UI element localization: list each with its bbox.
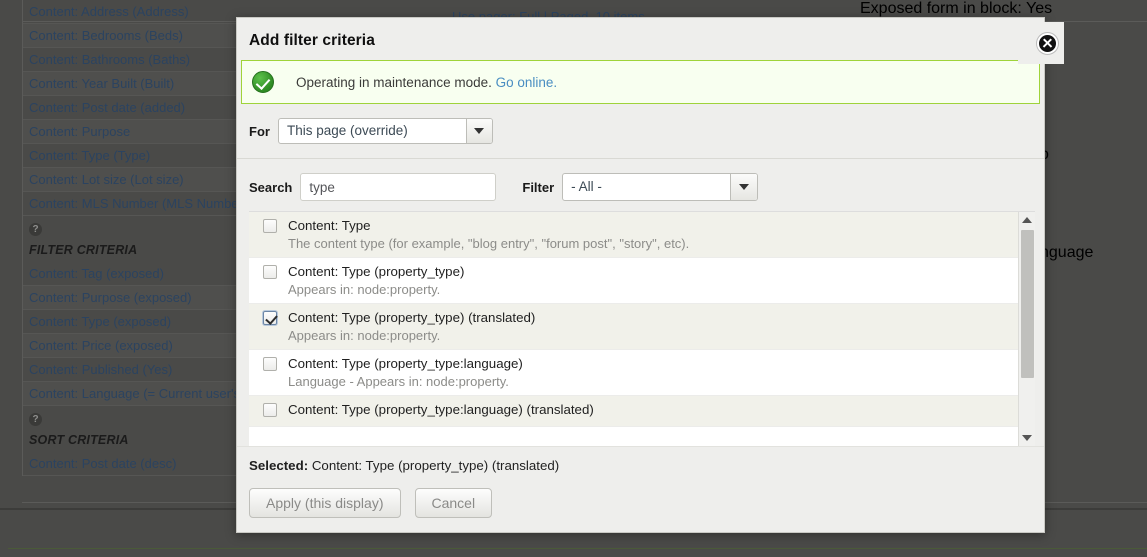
maintenance-mode-status: Operating in maintenance mode. Go online…: [241, 60, 1040, 104]
apply-button[interactable]: Apply (this display): [249, 488, 401, 518]
chevron-up-icon: [1022, 217, 1032, 223]
filter-group: Filter - All -: [522, 173, 759, 201]
background-filter-item: Content: Language (= Current user's l: [23, 382, 240, 406]
filter-value: - All -: [571, 179, 602, 194]
background-help-icon-row: ?: [23, 216, 240, 238]
close-icon: [1037, 32, 1058, 54]
background-filter-item: Content: Type (exposed): [23, 310, 240, 334]
filter-options-list: Content: Type The content type (for exam…: [249, 211, 1035, 446]
background-field-item: Content: Lot size (Lot size): [23, 168, 240, 192]
background-filter-criteria-heading: FILTER CRITERIA: [29, 243, 138, 257]
filter-select[interactable]: - All -: [562, 173, 759, 201]
background-sort-criteria-heading: SORT CRITERIA: [29, 433, 129, 447]
chevron-down-icon: [1022, 435, 1032, 441]
selected-label: Selected:: [249, 458, 309, 473]
background-left-column: Content: Address (Address) Content: Bedr…: [0, 0, 240, 476]
background-field-item: Content: Post date (added): [23, 96, 240, 120]
dialog-actions: Apply (this display) Cancel: [249, 488, 1044, 518]
option-checkbox[interactable]: [263, 357, 277, 371]
search-filter-bar: Search Filter - All -: [237, 159, 1044, 211]
list-item[interactable]: Content: Type (property_type) Appears in…: [249, 258, 1018, 304]
selected-summary: Selected: Content: Type (property_type) …: [249, 458, 1044, 473]
option-description: The content type (for example, "blog ent…: [288, 236, 690, 251]
option-label: Content: Type (property_type:language) (…: [288, 402, 594, 417]
option-checkbox-checked[interactable]: [263, 311, 277, 325]
option-description: Appears in: node:property.: [288, 328, 441, 343]
display-scope-row: For This page (override): [237, 104, 1044, 159]
list-item[interactable]: Content: Type (property_type:language) L…: [249, 350, 1018, 396]
option-description: Language - Appears in: node:property.: [288, 374, 509, 389]
dialog-body: Search Filter - All - Content: Type The …: [237, 159, 1044, 532]
display-scope-value: This page (override): [286, 123, 408, 138]
background-sort-item: Content: Post date (desc): [23, 452, 240, 476]
option-label: Content: Type (property_type) (translate…: [288, 310, 536, 325]
scroll-up-button[interactable]: [1019, 212, 1035, 228]
background-field-item: Content: Purpose: [23, 120, 240, 144]
option-label: Content: Type (property_type): [288, 264, 465, 279]
background-filter-item: Content: Price (exposed): [23, 334, 240, 358]
cancel-button[interactable]: Cancel: [414, 488, 493, 518]
option-checkbox[interactable]: [263, 219, 277, 233]
option-checkbox[interactable]: [263, 403, 277, 417]
option-description: Appears in: node:property.: [288, 282, 441, 297]
background-accent-line: [8, 548, 1147, 549]
help-icon: ?: [29, 223, 42, 236]
background-exposed-form-text: Exposed form in block: Yes: [860, 0, 1053, 17]
filter-options-scroll-area: Content: Type The content type (for exam…: [249, 212, 1018, 446]
option-label: Content: Type (property_type:language): [288, 356, 523, 371]
chevron-down-icon: [730, 174, 758, 200]
list-item-selected[interactable]: Content: Type (property_type) (translate…: [249, 304, 1018, 350]
background-field-item: Content: Type (Type): [23, 144, 240, 168]
go-online-link[interactable]: Go online.: [496, 75, 558, 90]
background-filter-item: Content: Purpose (exposed): [23, 286, 240, 310]
search-label: Search: [249, 179, 293, 195]
background-filter-item: Content: Published (Yes): [23, 358, 240, 382]
list-item[interactable]: Content: Type The content type (for exam…: [249, 212, 1018, 258]
background-field-item: Content: Bathrooms (Baths): [23, 48, 240, 72]
list-scrollbar[interactable]: [1018, 212, 1035, 446]
selected-value: Content: Type (property_type) (translate…: [311, 458, 560, 473]
dialog-footer: Selected: Content: Type (property_type) …: [237, 446, 1044, 532]
scroll-down-button[interactable]: [1019, 430, 1035, 446]
chevron-down-icon: [465, 119, 492, 143]
for-label: For: [249, 123, 270, 139]
background-field-item: Content: Bedrooms (Beds): [23, 24, 240, 48]
help-icon: ?: [29, 413, 42, 426]
filter-label: Filter: [522, 179, 555, 195]
dialog-title: Add filter criteria: [249, 32, 375, 49]
option-checkbox[interactable]: [263, 265, 277, 279]
check-circle-icon: [252, 71, 274, 93]
display-scope-select[interactable]: This page (override): [277, 118, 493, 144]
status-message-text: Operating in maintenance mode. Go online…: [296, 75, 557, 90]
status-message-label: Operating in maintenance mode.: [296, 74, 492, 90]
background-field-item: Content: Year Built (Built): [23, 72, 240, 96]
search-input[interactable]: [300, 173, 497, 201]
list-item[interactable]: Content: Type (property_type:language) (…: [249, 396, 1018, 427]
background-field-item: Content: MLS Number (MLS Number): [23, 192, 240, 216]
background-partial-text-language: nguage: [1040, 244, 1094, 261]
add-filter-criteria-dialog: Add filter criteria Operating in mainten…: [236, 17, 1064, 533]
background-filter-item: Content: Tag (exposed): [23, 262, 240, 286]
scrollbar-thumb[interactable]: [1021, 230, 1034, 378]
scrollbar-track[interactable]: [1019, 228, 1035, 430]
option-label: Content: Type: [288, 218, 371, 233]
background-help-icon-row-2: ?: [23, 406, 240, 428]
close-button[interactable]: [1018, 22, 1064, 64]
